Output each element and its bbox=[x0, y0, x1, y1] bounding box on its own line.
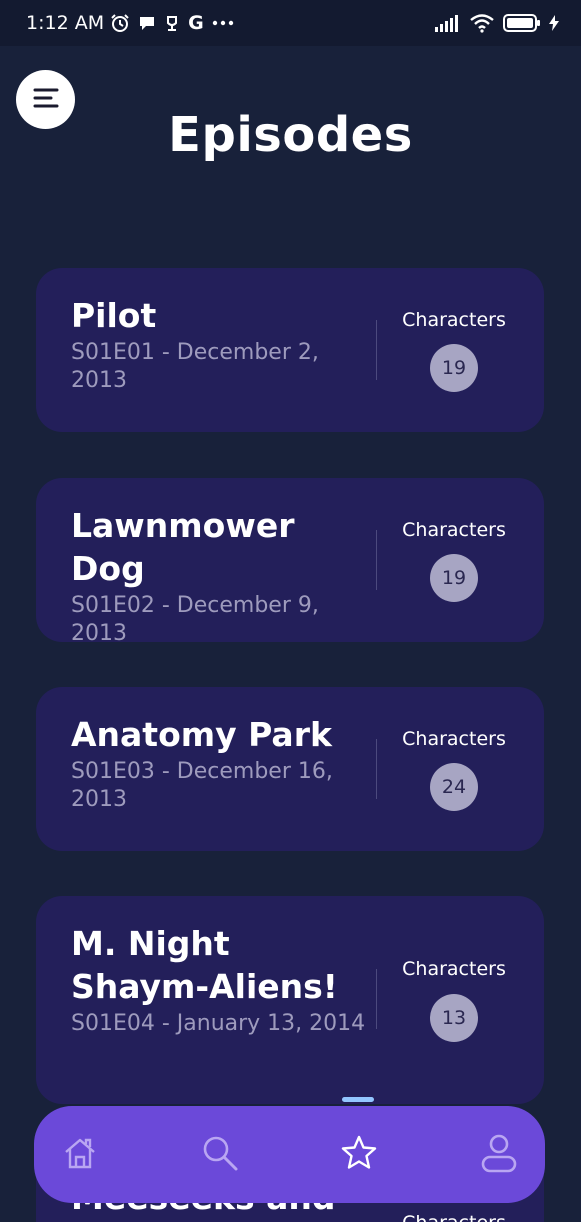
characters-count-badge: 13 bbox=[430, 994, 478, 1042]
episode-info: Pilot S01E01 - December 2, 2013 bbox=[71, 294, 371, 395]
nav-search[interactable] bbox=[196, 1131, 244, 1179]
episode-code-date: S01E02 - December 9, 2013 bbox=[71, 593, 319, 642]
google-icon: G bbox=[188, 11, 204, 34]
bottom-nav bbox=[34, 1096, 545, 1203]
card-divider bbox=[376, 530, 377, 590]
nav-home[interactable] bbox=[56, 1131, 104, 1179]
page-title: Episodes bbox=[168, 107, 413, 163]
nav-profile[interactable] bbox=[475, 1131, 523, 1179]
episode-info: Anatomy Park S01E03 - December 16, 2013 bbox=[71, 713, 371, 814]
nav-episodes[interactable] bbox=[335, 1096, 383, 1179]
episode-card[interactable]: M. Night Shaym-Aliens! S01E04 - January … bbox=[36, 896, 544, 1104]
episode-title: Lawnmower Dog bbox=[71, 506, 295, 588]
episode-info: Lawnmower Dog S01E02 - December 9, 2013 bbox=[71, 504, 371, 642]
status-icons-right bbox=[435, 13, 559, 33]
characters-label: Characters bbox=[402, 728, 506, 750]
episode-code-date: S01E04 - January 13, 2014 bbox=[71, 1011, 366, 1036]
characters-label: Characters bbox=[396, 1212, 512, 1222]
star-icon bbox=[340, 1134, 378, 1176]
episode-code-date: S01E01 - December 2, 2013 bbox=[71, 340, 319, 393]
card-divider bbox=[376, 739, 377, 799]
episode-title: Pilot bbox=[71, 296, 157, 335]
characters-count-badge: 19 bbox=[430, 344, 478, 392]
episode-card[interactable]: Anatomy Park S01E03 - December 16, 2013 … bbox=[36, 687, 544, 851]
card-divider bbox=[376, 969, 377, 1029]
episode-info: M. Night Shaym-Aliens! S01E04 - January … bbox=[71, 922, 371, 1038]
search-icon bbox=[201, 1134, 239, 1176]
episode-card[interactable]: Pilot S01E01 - December 2, 2013 Characte… bbox=[36, 268, 544, 432]
signal-icon bbox=[435, 14, 461, 32]
status-icons-left: G bbox=[110, 13, 234, 33]
wifi-icon bbox=[469, 13, 495, 33]
characters-label: Characters bbox=[402, 958, 506, 980]
home-icon bbox=[62, 1135, 98, 1175]
characters-label: Characters bbox=[402, 309, 506, 331]
characters-label: Characters bbox=[402, 519, 506, 541]
app-notification-icon bbox=[164, 14, 180, 32]
status-time: 1:12 AM bbox=[26, 12, 105, 34]
episode-code-date: S01E03 - December 16, 2013 bbox=[71, 759, 333, 812]
alarm-icon bbox=[110, 13, 130, 33]
characters-count-badge: 19 bbox=[430, 554, 478, 602]
episode-title: Anatomy Park bbox=[71, 715, 332, 754]
active-tab-indicator bbox=[342, 1096, 375, 1102]
episode-title: M. Night Shaym-Aliens! bbox=[71, 924, 338, 1006]
status-bar: 1:12 AM G bbox=[0, 0, 581, 46]
card-divider bbox=[376, 320, 377, 380]
user-icon bbox=[480, 1133, 518, 1177]
characters-count-badge: 24 bbox=[430, 763, 478, 811]
chat-bubble-icon bbox=[138, 14, 156, 32]
more-dots-icon bbox=[212, 20, 234, 26]
episode-card[interactable]: Lawnmower Dog S01E02 - December 9, 2013 … bbox=[36, 478, 544, 642]
charging-icon bbox=[549, 15, 559, 31]
battery-icon bbox=[503, 14, 541, 32]
